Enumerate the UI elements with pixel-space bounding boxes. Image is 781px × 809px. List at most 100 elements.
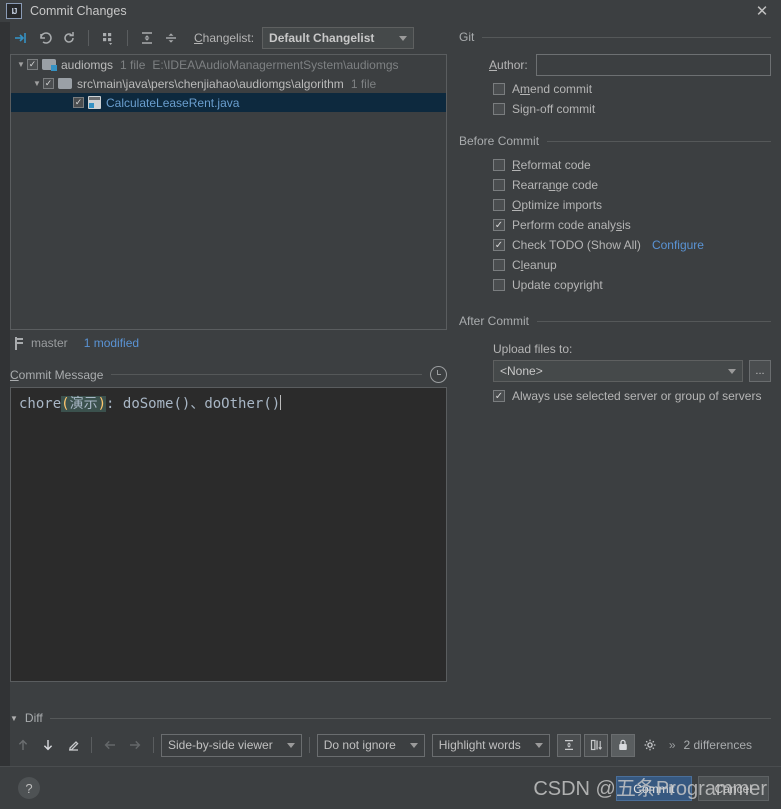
collapse-all-icon[interactable] — [160, 27, 182, 49]
previous-difference-icon[interactable] — [12, 734, 34, 756]
sign-off-commit-row[interactable]: Sign-off commit — [493, 102, 771, 116]
browse-servers-button[interactable]: ... — [749, 360, 771, 382]
diff-settings-gear-icon[interactable] — [640, 734, 662, 756]
amend-commit-row[interactable]: Amend commit — [493, 82, 771, 96]
diff-header[interactable]: ▼ Diff — [0, 709, 781, 727]
update-copyright-row[interactable]: Update copyright — [493, 278, 771, 292]
optimize-imports-row[interactable]: Optimize imports — [493, 198, 771, 212]
highlight-mode-value: Highlight words — [438, 738, 521, 752]
rearrange-code-checkbox[interactable] — [493, 179, 505, 191]
section-divider — [111, 374, 422, 375]
chevron-down-icon[interactable]: ▼ — [31, 79, 43, 88]
differences-count: 2 differences — [683, 738, 753, 752]
chevron-down-icon — [409, 742, 418, 748]
check-todo-checkbox[interactable]: ✓ — [493, 239, 505, 251]
upload-server-dropdown[interactable]: <None> — [493, 360, 743, 382]
changelist-mnemonic: C — [194, 31, 203, 45]
cleanup-checkbox[interactable] — [493, 259, 505, 271]
next-difference-icon[interactable] — [37, 734, 59, 756]
apply-left-icon[interactable] — [99, 734, 121, 756]
apply-right-icon[interactable] — [124, 734, 146, 756]
changelist-label-rest: hangelist: — [202, 31, 255, 45]
toolbar-divider-2 — [127, 30, 128, 46]
cancel-button[interactable]: Cancel — [697, 776, 769, 801]
toolbar-overflow-icon[interactable]: » — [669, 738, 676, 752]
reformat-code-row[interactable]: Reformat code — [493, 158, 771, 172]
collapse-unchanged-icon[interactable] — [556, 733, 581, 757]
tree-node-path: E:\IDEA\AudioManagermentSystem\audiomgs — [152, 57, 399, 72]
section-divider — [482, 36, 771, 38]
cleanup-label: Cleanup — [512, 258, 557, 272]
show-diff-icon[interactable] — [10, 27, 32, 49]
author-field[interactable] — [535, 54, 771, 76]
row-checkbox[interactable]: ✓ — [73, 97, 84, 108]
table-row[interactable]: ▼ ✓ audiomgs 1 file E:\IDEA\AudioManager… — [11, 55, 446, 74]
page-title: Commit Changes — [30, 4, 127, 18]
reformat-code-checkbox[interactable] — [493, 159, 505, 171]
commit-changes-dialog: IJ Commit Changes ✕ Changelist: Default … — [0, 0, 781, 809]
commit-msg-scope: 演示 — [69, 396, 98, 412]
changelist-value: Default Changelist — [269, 31, 375, 45]
viewer-mode-dropdown[interactable]: Side-by-side viewer — [161, 733, 302, 757]
revert-icon[interactable] — [34, 27, 56, 49]
changelist-label: Changelist: — [194, 31, 254, 45]
chevron-down-icon — [399, 35, 408, 41]
vcs-status-row: master 1 modified — [10, 330, 447, 356]
check-todo-row[interactable]: ✓ Check TODO (Show All) Configure — [493, 238, 771, 252]
refresh-icon[interactable] — [58, 27, 80, 49]
toolbar-divider-2 — [153, 737, 154, 753]
chevron-down-icon — [728, 368, 736, 374]
toolbar-divider-3 — [308, 737, 310, 753]
clock-icon[interactable] — [430, 366, 447, 383]
before-commit-header: Before Commit — [459, 134, 771, 148]
commit-message-input[interactable]: chore(演示): doSome()、doOther() — [10, 387, 447, 682]
configure-link[interactable]: Configure — [652, 238, 704, 252]
cleanup-row[interactable]: Cleanup — [493, 258, 771, 272]
always-use-server-checkbox[interactable]: ✓ — [493, 390, 505, 402]
synchronize-scroll-icon[interactable] — [610, 733, 635, 757]
check-todo-label: Check TODO (Show All) — [512, 238, 641, 252]
rearrange-code-label: Rearrange code — [512, 178, 599, 192]
tree-node-label: src\main\java\pers\chenjiahao\audiomgs\a… — [77, 76, 344, 91]
title-bar: IJ Commit Changes ✕ — [0, 0, 781, 22]
upload-files-label: Upload files to: — [493, 342, 573, 356]
chevron-down-icon[interactable]: ▼ — [10, 714, 18, 723]
row-checkbox[interactable]: ✓ — [27, 59, 38, 70]
commit-message-header: Commit Message — [10, 366, 447, 383]
section-divider — [547, 140, 771, 142]
git-section-header: Git — [459, 30, 771, 44]
highlight-mode-dropdown[interactable]: Highlight words — [431, 733, 550, 757]
changelist-dropdown[interactable]: Default Changelist — [262, 27, 415, 49]
help-button[interactable]: ? — [18, 777, 40, 799]
update-copyright-label: Update copyright — [512, 278, 603, 292]
update-copyright-checkbox[interactable] — [493, 279, 505, 291]
chevron-down-icon[interactable]: ▼ — [15, 60, 27, 69]
group-by-icon[interactable] — [97, 27, 119, 49]
commit-button[interactable]: Commit — [616, 776, 692, 801]
modified-count[interactable]: 1 modified — [84, 336, 139, 350]
table-row[interactable]: ✓ CalculateLeaseRent.java — [11, 93, 446, 112]
amend-commit-checkbox[interactable] — [493, 83, 505, 95]
tree-node-count: 1 file — [350, 76, 377, 91]
rearrange-code-row[interactable]: Rearrange code — [493, 178, 771, 192]
show-diff-preview-icon[interactable] — [583, 733, 608, 757]
edit-source-icon[interactable] — [62, 734, 84, 756]
commit-msg-prefix: chore — [19, 396, 62, 412]
commit-message-text: chore(演示): doSome()、doOther() — [19, 394, 438, 414]
viewer-mode-value: Side-by-side viewer — [168, 738, 273, 752]
expand-all-icon[interactable] — [136, 27, 158, 49]
diff-toolbar: Side-by-side viewer Do not ignore Highli… — [0, 727, 781, 759]
close-icon[interactable]: ✕ — [753, 2, 771, 20]
right-pane: Git Author: Amend commit Sign-off commit… — [455, 22, 781, 709]
optimize-imports-checkbox[interactable] — [493, 199, 505, 211]
changed-files-tree[interactable]: ▼ ✓ audiomgs 1 file E:\IDEA\AudioManager… — [10, 54, 447, 330]
sign-off-commit-checkbox[interactable] — [493, 103, 505, 115]
perform-code-analysis-row[interactable]: ✓ Perform code analysis — [493, 218, 771, 232]
commit-msg-suffix: : doSome()、doOther() — [106, 396, 281, 412]
table-row[interactable]: ▼ ✓ src\main\java\pers\chenjiahao\audiom… — [11, 74, 446, 93]
always-use-server-row[interactable]: ✓ Always use selected server or group of… — [493, 389, 771, 403]
whitespace-mode-dropdown[interactable]: Do not ignore — [316, 733, 425, 757]
perform-code-analysis-checkbox[interactable]: ✓ — [493, 219, 505, 231]
commit-msg-close-paren: ) — [97, 396, 107, 412]
row-checkbox[interactable]: ✓ — [43, 78, 54, 89]
